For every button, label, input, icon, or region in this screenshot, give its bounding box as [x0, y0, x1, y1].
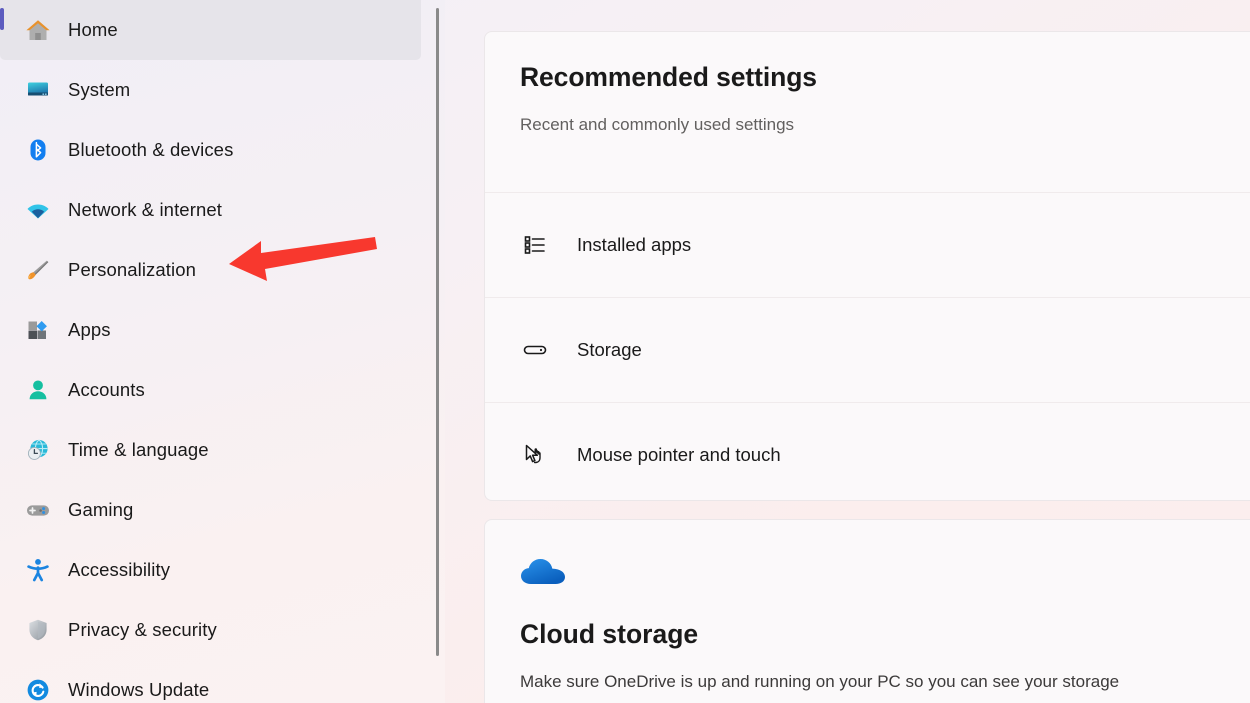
sidebar-item-label: Network & internet — [68, 199, 222, 220]
sidebar-item-label: Accounts — [68, 379, 145, 400]
row-label: Installed apps — [577, 234, 692, 255]
sidebar-item-label: Home — [68, 19, 118, 40]
shield-icon — [24, 616, 52, 644]
settings-sidebar: Home System Bluetooth & devices Network … — [0, 0, 445, 703]
system-monitor-icon — [24, 76, 52, 104]
cloud-storage-description: Make sure OneDrive is up and running on … — [520, 672, 1120, 691]
card-header: Recommended settings Recent and commonly… — [485, 32, 1250, 192]
sidebar-item-bluetooth-and-devices[interactable]: Bluetooth & devices — [0, 120, 445, 180]
sidebar-item-label: Accessibility — [68, 559, 171, 580]
recommended-settings-card: Recommended settings Recent and commonly… — [484, 31, 1250, 501]
accessibility-icon — [24, 556, 52, 584]
sidebar-scrollbar[interactable] — [434, 0, 445, 703]
onedrive-cloud-icon — [520, 555, 568, 592]
sidebar-item-label: Privacy & security — [68, 619, 217, 640]
sidebar-item-personalization[interactable]: Personalization — [0, 240, 445, 300]
sidebar-item-accessibility[interactable]: Accessibility — [0, 540, 445, 600]
cloud-storage-body: Cloud storage Make sure OneDrive is up a… — [485, 520, 1250, 692]
sidebar-item-apps[interactable]: Apps — [0, 300, 445, 360]
sidebar-item-label: Personalization — [68, 259, 196, 280]
sidebar-item-windows-update[interactable]: Windows Update — [0, 660, 445, 703]
sidebar-item-label: System — [68, 79, 131, 100]
mouse-pointer-icon — [520, 440, 550, 470]
recommended-row-mouse-pointer-and-touch[interactable]: Mouse pointer and touch — [485, 402, 1250, 500]
sidebar-item-privacy-and-security[interactable]: Privacy & security — [0, 600, 445, 660]
wifi-icon — [24, 196, 52, 224]
apps-icon — [24, 316, 52, 344]
selection-indicator — [0, 8, 4, 30]
card-subtitle: Recent and commonly used settings — [520, 115, 795, 134]
row-label: Mouse pointer and touch — [577, 444, 781, 465]
sidebar-item-label: Bluetooth & devices — [68, 139, 234, 160]
sidebar-item-accounts[interactable]: Accounts — [0, 360, 445, 420]
sidebar-item-label: Gaming — [68, 499, 134, 520]
gamepad-icon — [24, 496, 52, 524]
home-icon — [24, 16, 52, 44]
row-label: Storage — [577, 339, 642, 360]
sidebar-item-label: Time & language — [68, 439, 209, 460]
cloud-storage-heading: Cloud storage — [520, 619, 699, 649]
list-icon — [520, 230, 550, 260]
sidebar-scrollbar-thumb[interactable] — [436, 8, 439, 656]
sidebar-item-system[interactable]: System — [0, 60, 445, 120]
sidebar-item-home[interactable]: Home — [0, 0, 421, 60]
recommended-row-installed-apps[interactable]: Installed apps — [485, 192, 1250, 297]
settings-window: Home System Bluetooth & devices Network … — [0, 0, 1250, 703]
drive-icon — [520, 335, 550, 365]
recommended-row-storage[interactable]: Storage — [485, 297, 1250, 402]
sidebar-item-time-and-language[interactable]: Time & language — [0, 420, 445, 480]
bluetooth-icon — [24, 136, 52, 164]
sidebar-item-gaming[interactable]: Gaming — [0, 480, 445, 540]
cloud-storage-card: Cloud storage Make sure OneDrive is up a… — [484, 519, 1250, 703]
update-refresh-icon — [24, 676, 52, 703]
clock-globe-icon — [24, 436, 52, 464]
sidebar-item-label: Windows Update — [68, 679, 210, 700]
settings-main-content: Recommended settings Recent and commonly… — [445, 0, 1250, 703]
page-title: Recommended settings — [520, 62, 817, 92]
sidebar-item-label: Apps — [68, 319, 111, 340]
sidebar-item-network-and-internet[interactable]: Network & internet — [0, 180, 445, 240]
person-icon — [24, 376, 52, 404]
paintbrush-icon — [24, 256, 52, 284]
